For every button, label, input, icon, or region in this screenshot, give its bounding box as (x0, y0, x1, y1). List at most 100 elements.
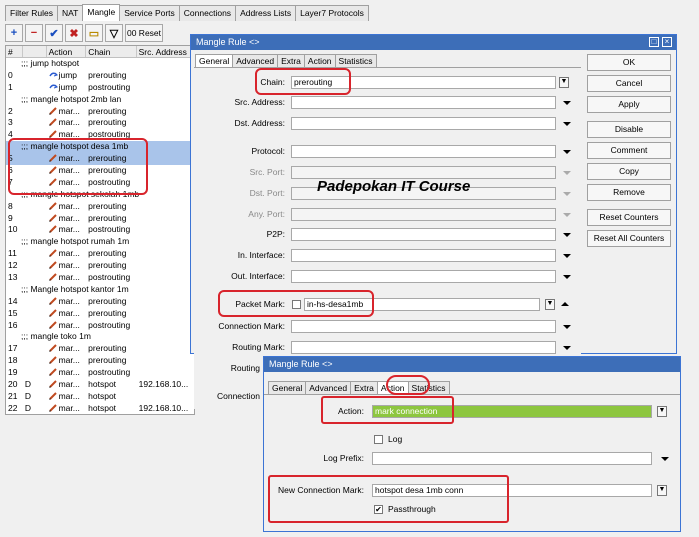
column-header-number[interactable]: # (6, 46, 23, 57)
table-row[interactable]: 2 mar... prerouting (6, 106, 194, 118)
out-interface-dropdown-icon[interactable] (563, 275, 571, 279)
table-row[interactable]: 10 mar... postrouting (6, 224, 194, 236)
column-header-src-address[interactable]: Src. Address (137, 46, 194, 57)
tab2-extra[interactable]: Extra (350, 381, 378, 394)
apply-button[interactable]: Apply (587, 96, 671, 113)
tab-advanced[interactable]: Advanced (232, 54, 279, 67)
table-row[interactable]: 12 mar... prerouting (6, 260, 194, 272)
new-connection-mark-dropdown-icon[interactable]: ▼ (657, 485, 667, 496)
rule-flag (23, 106, 47, 118)
p2p-field[interactable] (291, 228, 556, 241)
table-row[interactable]: 9 mar... prerouting (6, 213, 194, 225)
tab-statistics[interactable]: Statistics (334, 54, 377, 67)
tab-action[interactable]: Action (303, 54, 336, 67)
dst-port-dropdown-icon (563, 192, 571, 196)
table-row[interactable]: 11 mar... prerouting (6, 248, 194, 260)
dst-address-field[interactable] (291, 117, 556, 130)
connection-mark-field[interactable] (291, 320, 556, 333)
routing-mark-dropdown-icon[interactable] (563, 346, 571, 350)
enable-button[interactable]: ✔ (45, 24, 63, 42)
in-interface-dropdown-icon[interactable] (563, 254, 571, 258)
src-address-field[interactable] (291, 96, 556, 109)
p2p-dropdown-icon[interactable] (563, 233, 571, 237)
packet-mark-remove-icon[interactable] (561, 302, 569, 306)
table-row[interactable]: 14 mar... prerouting (6, 296, 194, 308)
comment-button[interactable]: ▭ (85, 24, 103, 42)
rule-flag (23, 296, 47, 308)
disable-rule-button[interactable]: Disable (587, 121, 671, 138)
tab2-general[interactable]: General (268, 381, 307, 394)
column-header-flags[interactable] (23, 46, 47, 57)
table-row[interactable]: 13 mar... postrouting (6, 272, 194, 284)
cancel-button[interactable]: Cancel (587, 75, 671, 92)
tab-layer7-protocols[interactable]: Layer7 Protocols (295, 5, 369, 21)
tab-service-ports[interactable]: Service Ports (119, 5, 180, 21)
comment-row[interactable]: ;;; mangle toko 1m (6, 331, 194, 343)
table-row[interactable]: 1 jump postrouting (6, 82, 194, 94)
tab-address-lists[interactable]: Address Lists (235, 5, 297, 21)
restore-icon[interactable]: □ (649, 37, 659, 47)
out-interface-field[interactable] (291, 270, 556, 283)
comment-text: ;;; mangle toko 1m (21, 331, 91, 342)
remove-rule-button[interactable]: Remove (587, 184, 671, 201)
log-prefix-dropdown-icon[interactable] (661, 457, 669, 461)
chain-dropdown-icon[interactable]: ▼ (559, 77, 569, 88)
table-row[interactable]: 22 Dmar... hotspot 192.168.10... (6, 403, 194, 414)
connection-mark-dropdown-icon[interactable] (563, 325, 571, 329)
dst-address-dropdown-icon[interactable] (563, 122, 571, 126)
src-address-dropdown-icon[interactable] (563, 101, 571, 105)
table-row[interactable]: 18 mar... prerouting (6, 355, 194, 367)
reset-all-counters-button[interactable]: Reset All Counters (587, 230, 671, 247)
protocol-field[interactable] (291, 145, 556, 158)
add-button[interactable]: + (5, 24, 23, 42)
mark-icon (48, 273, 57, 281)
column-header-action[interactable]: Action (47, 46, 87, 57)
log-prefix-field[interactable] (372, 452, 652, 465)
rule-action: mar... (47, 272, 87, 284)
table-row[interactable]: 15 mar... prerouting (6, 308, 194, 320)
table-row[interactable]: 3 mar... prerouting (6, 117, 194, 129)
table-row[interactable]: 0 jump prerouting (6, 70, 194, 82)
rule-action: mar... (47, 296, 87, 308)
comment-rule-button[interactable]: Comment (587, 142, 671, 159)
in-interface-field[interactable] (291, 249, 556, 262)
tab-connections[interactable]: Connections (178, 5, 237, 21)
column-header-chain[interactable]: Chain (86, 46, 137, 57)
tab-general[interactable]: General (195, 54, 234, 67)
packet-mark-dropdown-icon[interactable]: ▼ (545, 299, 555, 310)
log-checkbox[interactable] (374, 435, 383, 444)
table-row[interactable]: 20 Dmar... hotspot 192.168.10... (6, 379, 194, 391)
table-row[interactable]: 21 Dmar... hotspot (6, 391, 194, 403)
protocol-dropdown-icon[interactable] (563, 150, 571, 154)
ok-button[interactable]: OK (587, 54, 671, 71)
table-row[interactable]: 16 mar... postrouting (6, 320, 194, 332)
comment-text: ;;; mangle hotspot rumah 1m (21, 236, 130, 247)
table-row[interactable]: 19 mar... postrouting (6, 367, 194, 379)
comment-row[interactable]: ;;; jump hotspot (6, 58, 194, 70)
copy-button[interactable]: Copy (587, 163, 671, 180)
tab-extra[interactable]: Extra (277, 54, 305, 67)
action-dropdown-icon[interactable]: ▼ (657, 406, 667, 417)
close-icon[interactable]: × (662, 37, 672, 47)
rule-action: mar... (47, 224, 87, 236)
table-row[interactable]: 8 mar... prerouting (6, 201, 194, 213)
highlight-action-tab (386, 375, 430, 395)
remove-button[interactable]: − (25, 24, 43, 42)
comment-row[interactable]: ;;; Mangle hotspot kantor 1m (6, 284, 194, 296)
disable-button[interactable]: ✖ (65, 24, 83, 42)
tab-nat[interactable]: NAT (56, 5, 84, 21)
reset-counters-button[interactable]: 00 Reset (125, 24, 163, 42)
rule-action-text: mar... (58, 379, 80, 390)
dialog-title: Mangle Rule <> (191, 35, 676, 50)
comment-row[interactable]: ;;; mangle hotspot 2mb lan (6, 94, 194, 106)
tab-mangle[interactable]: Mangle (82, 4, 121, 21)
rule-action: mar... (47, 379, 87, 391)
table-row[interactable]: 17 mar... prerouting (6, 343, 194, 355)
reset-counters-dialog-button[interactable]: Reset Counters (587, 209, 671, 226)
filter-button[interactable]: ▽ (105, 24, 123, 42)
routing-mark-field[interactable] (291, 341, 556, 354)
rule-number: 14 (8, 295, 18, 306)
tab2-advanced[interactable]: Advanced (305, 381, 352, 394)
comment-row[interactable]: ;;; mangle hotspot rumah 1m (6, 236, 194, 248)
tab-filter-rules[interactable]: Filter Rules (5, 5, 58, 21)
